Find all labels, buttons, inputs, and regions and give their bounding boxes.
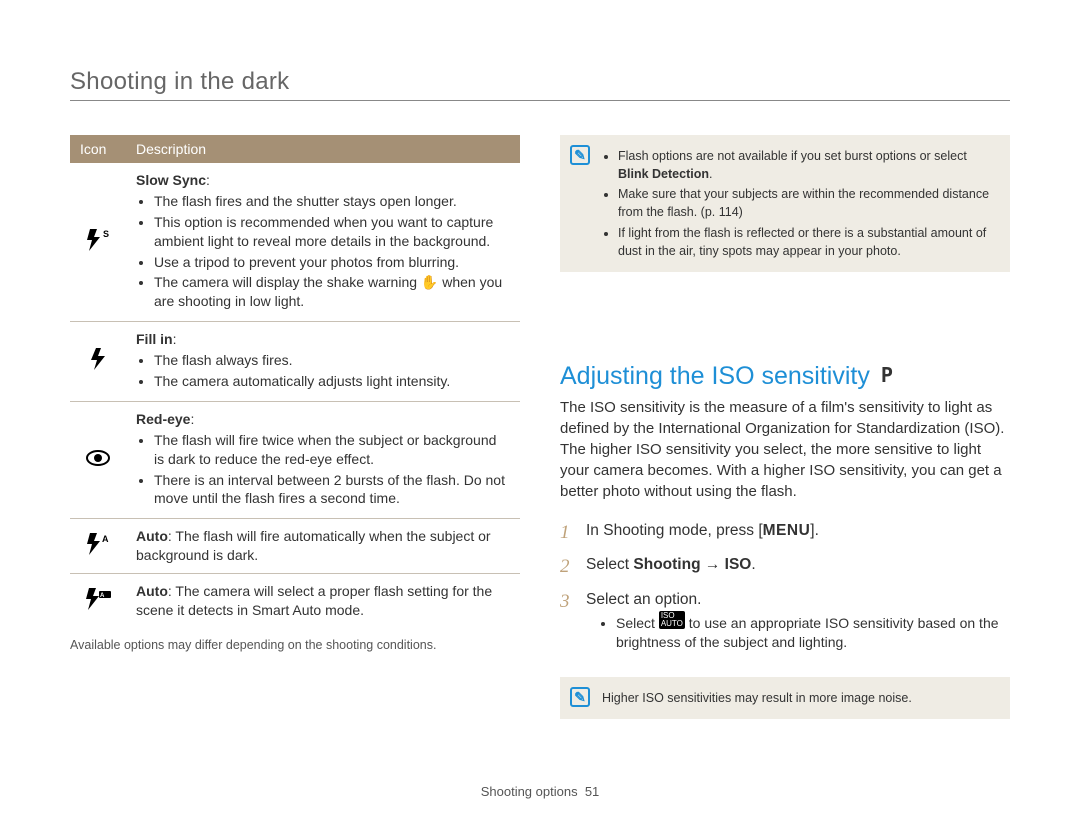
svg-text:A: A	[100, 593, 105, 599]
auto-flash-icon: A	[70, 519, 126, 574]
note-icon: ✎	[570, 687, 590, 707]
step2-pre: Select	[586, 556, 633, 573]
note1-post: .	[709, 167, 712, 181]
list-item: If light from the flash is reflected or …	[618, 224, 996, 260]
title-rule	[70, 100, 1010, 101]
desc-red-eye: Red-eye: The flash will fire twice when …	[126, 401, 520, 518]
list-item: The flash always fires.	[154, 351, 510, 370]
auto-text: The flash will fire automatically when t…	[136, 528, 491, 563]
s3sub-pre: Select	[616, 615, 659, 631]
list-item: Use a tripod to prevent your photos from…	[154, 253, 510, 272]
list-item: Make sure that your subjects are within …	[618, 185, 996, 221]
table-row: Fill in: The flash always fires. The cam…	[70, 322, 520, 402]
footnote: Available options may differ depending o…	[70, 638, 520, 652]
step1-pre: In Shooting mode, press [	[586, 522, 763, 539]
menu-button-label: MENU	[763, 522, 811, 539]
flash-options-table: Icon Description S Slow Sync: The flash …	[70, 135, 520, 628]
desc-auto: Auto: The flash will fire automatically …	[126, 519, 520, 574]
step-number-3: 3	[560, 589, 576, 653]
page-footer: Shooting options 51	[0, 784, 1080, 799]
desc-fill-in: Fill in: The flash always fires. The cam…	[126, 322, 520, 402]
step-number-1: 1	[560, 520, 576, 547]
table-row: A Auto: The camera will select a proper …	[70, 574, 520, 628]
footer-page-number: 51	[585, 784, 599, 799]
th-description: Description	[126, 135, 520, 163]
list-item: Flash options are not available if you s…	[618, 147, 996, 183]
footer-label: Shooting options	[481, 784, 578, 799]
auto-title: Auto	[136, 528, 168, 544]
step-number-2: 2	[560, 554, 576, 581]
note-icon: ✎	[570, 145, 590, 165]
note1-bold: Blink Detection	[618, 167, 709, 181]
svg-text:A: A	[102, 534, 109, 544]
mode-p-badge: P	[881, 363, 893, 387]
list-item: The flash will fire twice when the subje…	[154, 431, 510, 469]
th-icon: Icon	[70, 135, 126, 163]
page-title: Shooting in the dark	[70, 68, 1010, 96]
iso-auto-icon: ISOAUTO	[659, 611, 685, 629]
step2-post: .	[751, 556, 755, 573]
steps-list: 1 In Shooting mode, press [MENU]. 2 Sele…	[560, 520, 1010, 653]
step2-bold: Shooting → ISO	[633, 556, 751, 573]
fill-in-flash-icon	[70, 322, 126, 402]
note1-pre: Flash options are not available if you s…	[618, 149, 967, 163]
desc-slow-sync: Slow Sync: The flash fires and the shutt…	[126, 163, 520, 322]
left-column: Icon Description S Slow Sync: The flash …	[70, 135, 520, 719]
slow-sync-title: Slow Sync	[136, 172, 206, 188]
red-eye-icon	[70, 401, 126, 518]
list-item: There is an interval between 2 bursts of…	[154, 471, 510, 509]
note2-text: Higher ISO sensitivities may result in m…	[602, 691, 912, 705]
note-box-flash: ✎ Flash options are not available if you…	[560, 135, 1010, 272]
right-column: ✎ Flash options are not available if you…	[560, 135, 1010, 719]
iso-section-heading: Adjusting the ISO sensitivity P	[560, 362, 1010, 391]
step-1: 1 In Shooting mode, press [MENU].	[560, 520, 1010, 547]
step-2: 2 Select Shooting → ISO.	[560, 554, 1010, 581]
table-row: A Auto: The flash will fire automaticall…	[70, 519, 520, 574]
heading-text: Adjusting the ISO sensitivity	[560, 362, 870, 390]
note-box-iso: ✎ Higher ISO sensitivities may result in…	[560, 677, 1010, 719]
red-eye-title: Red-eye	[136, 411, 190, 427]
fill-in-title: Fill in	[136, 331, 173, 347]
step-3: 3 Select an option. Select ISOAUTO to us…	[560, 589, 1010, 653]
list-item: The camera will display the shake warnin…	[154, 273, 510, 311]
list-item: The camera automatically adjusts light i…	[154, 372, 510, 391]
table-row: Red-eye: The flash will fire twice when …	[70, 401, 520, 518]
smart-auto-text: The camera will select a proper flash se…	[136, 583, 492, 618]
slow-sync-flash-icon: S	[70, 163, 126, 322]
smart-auto-title: Auto	[136, 583, 168, 599]
step1-post: ].	[810, 522, 819, 539]
step3-text: Select an option.	[586, 591, 701, 608]
iso-paragraph: The ISO sensitivity is the measure of a …	[560, 397, 1010, 502]
desc-smart-auto: Auto: The camera will select a proper fl…	[126, 574, 520, 628]
list-item: This option is recommended when you want…	[154, 213, 510, 251]
list-item: The flash fires and the shutter stays op…	[154, 192, 510, 211]
list-item: Select ISOAUTO to use an appropriate ISO…	[616, 611, 1010, 653]
svg-text:S: S	[103, 229, 109, 239]
smart-auto-flash-icon: A	[70, 574, 126, 628]
table-row: S Slow Sync: The flash fires and the shu…	[70, 163, 520, 322]
